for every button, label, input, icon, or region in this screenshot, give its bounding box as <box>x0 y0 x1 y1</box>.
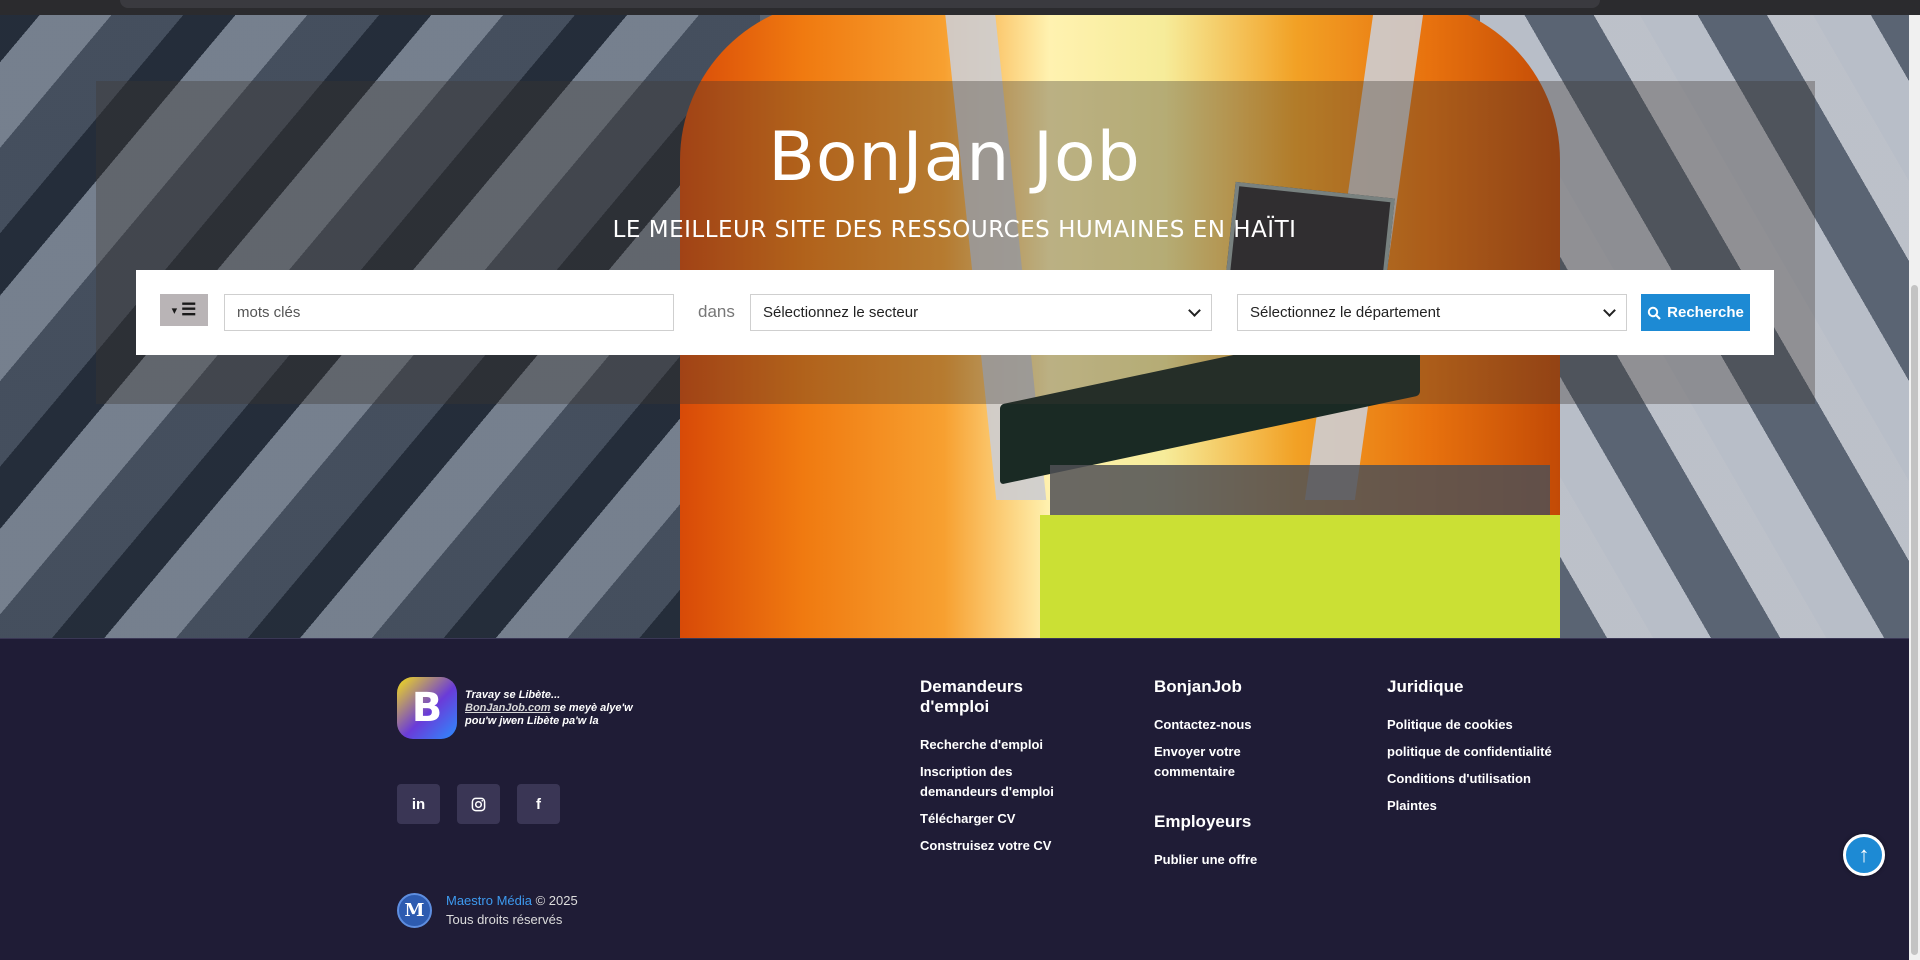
department-select-value: Sélectionnez le département <box>1250 304 1441 321</box>
keyword-input[interactable] <box>224 294 674 331</box>
instagram-icon[interactable] <box>457 784 500 824</box>
copyright-block: M Maestro Média © 2025 Tous droits réser… <box>397 891 578 929</box>
facebook-icon[interactable]: f <box>517 784 560 824</box>
browser-top-strip <box>0 0 1920 15</box>
footer-heading-employers: Employeurs <box>1154 812 1252 831</box>
sector-select-value: Sélectionnez le secteur <box>763 304 919 321</box>
menu-icon: ☰ <box>181 300 197 319</box>
vest-yellow <box>1040 515 1560 638</box>
footer-link-build-cv[interactable]: Construisez votre CV <box>920 836 1080 856</box>
tagline-brand: BonJanJob.com <box>465 702 551 714</box>
caret-down-icon: ▾ <box>171 304 178 317</box>
site-subtitle: LE MEILLEUR SITE DES RESSOURCES HUMAINES… <box>612 217 1297 243</box>
footer-link-privacy[interactable]: politique de confidentialité <box>1387 742 1587 762</box>
footer-col-bonjanjob: BonjanJob Contactez-nous Envoyer votre c… <box>1154 677 1304 877</box>
footer-col-legal: Juridique Politique de cookies politique… <box>1387 677 1587 823</box>
footer-link-contact[interactable]: Contactez-nous <box>1154 715 1304 735</box>
chevron-down-icon <box>1188 304 1201 317</box>
footer-link-seeker-signup[interactable]: Inscription des demandeurs d'emploi <box>920 762 1080 802</box>
tagline-line2-rest: se meyè alye'w <box>550 702 633 714</box>
tagline-line3: pou'w jwen Libète pa'w la <box>465 715 599 727</box>
page-scrollbar[interactable] <box>1909 15 1920 960</box>
search-icon <box>1647 306 1661 320</box>
footer-heading-job-seekers: Demandeurs d'emploi <box>920 677 1023 716</box>
chevron-down-icon <box>1603 304 1616 317</box>
copyright-line: Maestro Média © 2025 <box>446 891 578 910</box>
in-label: dans <box>698 302 735 321</box>
site-title: BonJan Job <box>768 118 1141 197</box>
maestro-media-link[interactable]: Maestro Média <box>446 893 532 908</box>
maestro-media-logo: M <box>397 892 432 928</box>
tagline-line1: Travay se Libète... <box>465 689 561 701</box>
advanced-search-toggle[interactable]: ▾ ☰ <box>160 294 208 326</box>
rights-reserved: Tous droits réservés <box>446 912 563 927</box>
footer-col-job-seekers: Demandeurs d'emploi Recherche d'emploi I… <box>920 677 1080 863</box>
search-form: ▾ ☰ dans Sélectionnez le secteur Sélecti… <box>136 270 1774 355</box>
tagline-line2: BonJanJob.com se meyè alye'w <box>465 702 633 715</box>
footer-heading-legal: Juridique <box>1387 677 1464 696</box>
footer-link-complaints[interactable]: Plaintes <box>1387 796 1587 816</box>
footer-link-feedback[interactable]: Envoyer votre commentaire <box>1154 742 1304 782</box>
copyright-text: Maestro Média © 2025 Tous droits réservé… <box>446 891 578 929</box>
sector-select[interactable]: Sélectionnez le secteur <box>750 294 1212 331</box>
instagram-glyph <box>471 797 486 811</box>
linkedin-icon[interactable]: in <box>397 784 440 824</box>
search-button-label: Recherche <box>1667 304 1744 321</box>
search-button[interactable]: Recherche <box>1641 294 1750 331</box>
social-links: in f <box>397 784 560 824</box>
hero-banner: BonJan Job LE MEILLEUR SITE DES RESSOURC… <box>0 0 1909 638</box>
copyright-year: © 2025 <box>531 893 578 908</box>
address-bar-remnant <box>120 0 1600 8</box>
arrow-up-icon: ↑ <box>1858 842 1870 867</box>
site-footer: B Travay se Libète... BonJanJob.com se m… <box>0 638 1909 960</box>
footer-heading-bonjanjob: BonjanJob <box>1154 677 1242 696</box>
footer-link-post-offer[interactable]: Publier une offre <box>1154 850 1304 870</box>
footer-link-cookies[interactable]: Politique de cookies <box>1387 715 1587 735</box>
footer-link-job-search[interactable]: Recherche d'emploi <box>920 735 1080 755</box>
department-select[interactable]: Sélectionnez le département <box>1237 294 1627 331</box>
footer-link-terms[interactable]: Conditions d'utilisation <box>1387 769 1587 789</box>
scrollbar-thumb[interactable] <box>1911 285 1918 955</box>
bonjanjob-logo[interactable]: B <box>397 677 457 739</box>
footer-link-upload-cv[interactable]: Télécharger CV <box>920 809 1080 829</box>
footer-tagline: Travay se Libète... BonJanJob.com se mey… <box>465 689 633 728</box>
back-to-top-button[interactable]: ↑ <box>1843 834 1885 876</box>
reflective-band <box>1050 465 1550 515</box>
